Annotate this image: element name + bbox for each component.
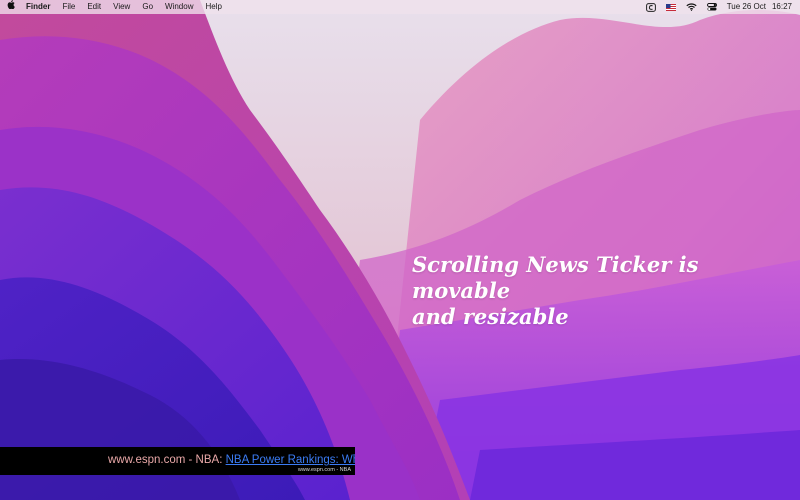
ticker-app-glyph: [645, 2, 656, 12]
apple-menu-icon[interactable]: [0, 0, 22, 14]
us-flag-icon[interactable]: [665, 0, 676, 14]
desktop: Finder File Edit View Go Window Help Tue…: [0, 0, 800, 500]
menu-edit[interactable]: Edit: [81, 0, 107, 14]
wifi-icon[interactable]: [686, 0, 697, 14]
menu-view[interactable]: View: [107, 0, 136, 14]
wallpaper: [0, 0, 800, 500]
wifi-glyph: [686, 3, 697, 11]
menu-window[interactable]: Window: [159, 0, 199, 14]
menu-help[interactable]: Help: [199, 0, 227, 14]
ticker-headline-row: www.espn.com - NBA: NBA Power Rankings: …: [108, 454, 355, 467]
menu-file[interactable]: File: [56, 0, 81, 14]
ticker-app-icon[interactable]: [645, 0, 656, 14]
ticker-headline-link[interactable]: NBA Power Rankings: Whic: [226, 454, 355, 466]
control-center-glyph: [706, 3, 717, 11]
menu-go[interactable]: Go: [136, 0, 159, 14]
news-ticker[interactable]: www.espn.com - NBA: NBA Power Rankings: …: [0, 447, 355, 475]
menu-app-name[interactable]: Finder: [22, 0, 56, 14]
menu-bar-status: Tue 26 Oct 16:27: [645, 0, 792, 14]
promo-caption-line-1: Scrolling News Ticker is movable: [412, 252, 699, 303]
menu-bar-left: Finder File Edit View Go Window Help: [0, 0, 228, 14]
promo-caption: Scrolling News Ticker is movable and res…: [412, 252, 772, 330]
ticker-sub-source: www.espn.com - NBA: [297, 467, 351, 473]
clock-date: Tue 26 Oct: [726, 2, 766, 11]
us-flag-glyph: [665, 3, 676, 11]
promo-caption-line-2: and resizable: [412, 304, 569, 329]
clock-time: 16:27: [771, 2, 792, 11]
menu-bar-clock[interactable]: Tue 26 Oct 16:27: [727, 0, 792, 14]
control-center-icon[interactable]: [706, 0, 717, 14]
ticker-source: www.espn.com - NBA:: [108, 454, 226, 466]
apple-logo-icon: [7, 0, 15, 10]
menu-bar: Finder File Edit View Go Window Help Tue…: [0, 0, 800, 14]
